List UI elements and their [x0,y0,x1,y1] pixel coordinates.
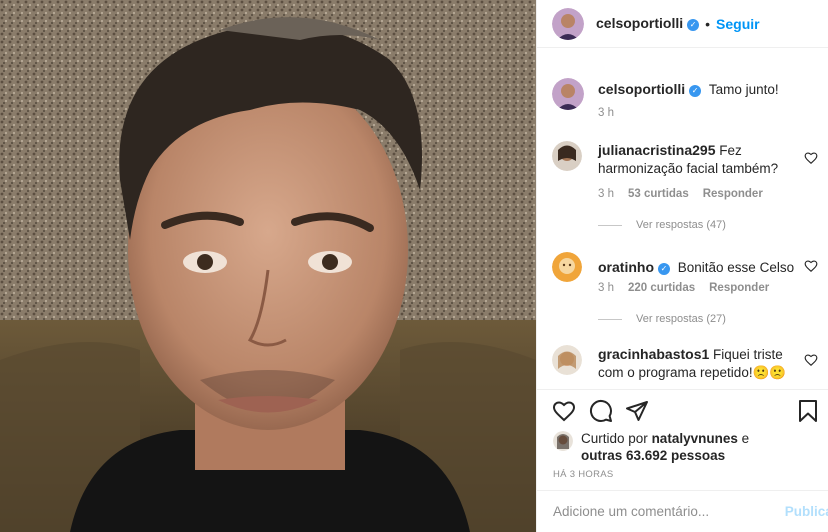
liker-avatar[interactable] [553,431,573,451]
comment-likes[interactable]: 53 curtidas [628,188,689,200]
verified-icon: ✓ [658,263,670,275]
view-replies-label[interactable]: Ver respostas (47) [636,219,726,231]
comment-meta: 3 h 53 curtidas Responder [598,188,763,200]
heart-icon[interactable] [804,259,818,273]
view-replies-label[interactable]: Ver respostas (27) [636,313,726,325]
heart-icon[interactable] [552,399,576,423]
reply-button[interactable]: Responder [703,188,763,200]
avatar[interactable] [552,78,584,110]
comment-time[interactable]: 3 h [598,188,614,200]
caption-text: Tamo junto! [708,82,779,97]
view-replies[interactable]: Ver respostas (47) [598,219,726,231]
view-replies[interactable]: Ver respostas (27) [598,313,726,325]
comment-item: julianacristina295 Fez harmonização faci… [552,141,828,178]
comment-time[interactable]: 3 h [598,282,614,294]
post-photo[interactable] [0,0,536,532]
comment-meta: 3 h 220 curtidas Responder [598,282,769,294]
bookmark-icon[interactable] [796,399,820,423]
username-link[interactable]: celsoportiolli ✓ [596,15,700,33]
action-bar [537,389,828,432]
comment-item: gracinhabastos1 Fiquei triste com o prog… [552,345,828,382]
post-time[interactable]: HÁ 3 HORAS [553,469,614,480]
caption-time[interactable]: 3 h [598,107,614,119]
avatar[interactable] [552,7,584,40]
likes-prefix: Curtido por [581,431,648,446]
comments-list[interactable]: celsoportiolli ✓ Tamo junto! 3 h julianac… [537,49,828,389]
heart-icon[interactable] [804,151,818,165]
add-comment-bar: Adicione um comentário... Publicar [537,490,828,532]
avatar[interactable] [552,345,582,375]
avatar[interactable] [552,141,582,171]
post-side-panel: celsoportiolli ✓ • Seguir celsoportiolli ✓… [536,0,828,532]
comment-input[interactable]: Adicione um comentário... [553,504,785,519]
divider-line [598,318,622,320]
caption-username[interactable]: celsoportiolli [598,81,685,97]
liker-username[interactable]: natalyvnunes [652,431,738,446]
likes-summary: Curtido por natalyvnunes e outras 63.692… [553,430,820,464]
verified-icon: ✓ [689,85,702,97]
verified-icon: ✓ [687,18,700,31]
divider-line [598,224,622,226]
comment-text: Bonitão esse Celso [677,260,795,275]
heart-icon[interactable] [804,353,818,367]
comment-bubble-icon[interactable] [589,399,613,423]
post-header: celsoportiolli ✓ • Seguir [537,0,828,48]
separator-dot: • [705,15,711,32]
publish-button[interactable]: Publicar [785,504,828,519]
follow-button[interactable]: Seguir [716,16,760,32]
comment-likes[interactable]: 220 curtidas [628,282,695,294]
likes-count[interactable]: outras 63.692 pessoas [581,448,725,463]
comment-username[interactable]: julianacristina295 [598,142,716,158]
caption-meta: 3 h [598,107,614,119]
comment-username[interactable]: oratinho [598,259,654,275]
comment-username[interactable]: gracinhabastos1 [598,346,709,362]
likes-and: e [741,431,750,446]
caption-row: celsoportiolli ✓ Tamo junto! [552,78,828,110]
selfie-image [0,0,536,532]
comment-item: oratinho ✓ Bonitão esse Celso [552,252,828,282]
reply-button[interactable]: Responder [709,282,769,294]
paper-plane-icon[interactable] [625,399,649,423]
avatar[interactable] [552,252,582,282]
